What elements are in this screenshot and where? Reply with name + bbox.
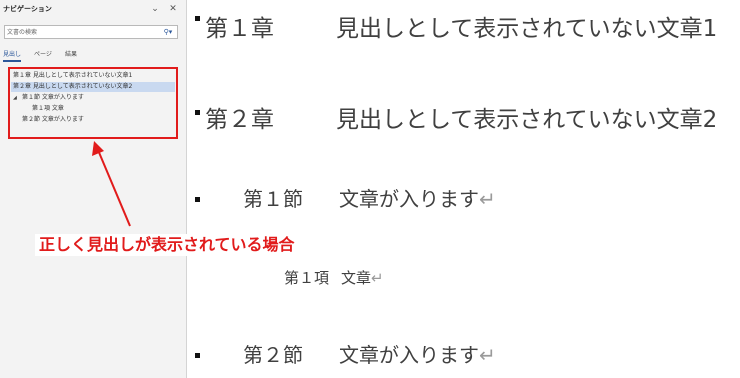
annotation-callout: 正しく見出しが表示されている場合 bbox=[35, 234, 299, 256]
tree-item-section2[interactable]: 第２節 文章が入ります bbox=[22, 115, 84, 125]
doc-line-chapter2: 第２章 見出しとして表示されていない文章2 bbox=[205, 105, 717, 135]
close-icon[interactable]: ✕ bbox=[167, 2, 179, 16]
bullet-marker bbox=[195, 197, 200, 202]
search-input[interactable] bbox=[7, 26, 157, 38]
bullet-marker bbox=[195, 353, 200, 358]
document-area[interactable]: 第１章 見出しとして表示されていない文章1 第２章 見出しとして表示されていない文章… bbox=[187, 0, 740, 378]
doc-chapter2-number: 第２章 bbox=[205, 107, 274, 133]
doc-section2-number: 第２節 bbox=[243, 343, 303, 367]
tree-item-chapter2[interactable]: 第２章 見出しとして表示されていない文章2 bbox=[11, 82, 175, 92]
doc-section1-number: 第１節 bbox=[243, 187, 303, 211]
bullet-marker bbox=[195, 16, 200, 21]
doc-line-clause1: 第１項 文章↵ bbox=[284, 268, 384, 288]
doc-line-section1: 第１節 文章が入ります↵ bbox=[243, 186, 496, 212]
tab-pages[interactable]: ページ bbox=[34, 50, 52, 60]
paragraph-mark-icon: ↵ bbox=[371, 269, 384, 287]
doc-line-chapter1: 第１章 見出しとして表示されていない文章1 bbox=[205, 14, 717, 44]
doc-section1-text: 文章が入ります bbox=[339, 187, 479, 211]
doc-section2-text: 文章が入ります bbox=[339, 343, 479, 367]
paragraph-mark-icon: ↵ bbox=[479, 343, 496, 367]
paragraph-mark-icon: ↵ bbox=[479, 187, 496, 211]
heading-tree: 第１章 見出しとして表示されていない文章1 第２章 見出しとして表示されていない… bbox=[8, 67, 178, 139]
tab-headings[interactable]: 見出し bbox=[3, 50, 22, 62]
doc-chapter1-number: 第１章 bbox=[205, 16, 274, 42]
bullet-marker bbox=[195, 110, 200, 115]
nav-header: ナビゲーション ⌄ ✕ bbox=[3, 2, 183, 16]
tree-item-clause1[interactable]: 第１項 文章 bbox=[32, 104, 64, 114]
search-box: ⚲▾ bbox=[4, 25, 178, 39]
chevron-down-icon[interactable]: ⌄ bbox=[149, 2, 161, 16]
tree-item-chapter1[interactable]: 第１章 見出しとして表示されていない文章1 bbox=[13, 71, 132, 81]
navigation-pane: ナビゲーション ⌄ ✕ ⚲▾ 見出し ページ 結果 第１章 見出しとして表示され… bbox=[0, 0, 187, 378]
doc-chapter2-text: 見出しとして表示されていない文章2 bbox=[336, 107, 718, 133]
nav-title: ナビゲーション bbox=[3, 5, 52, 13]
doc-line-section2: 第２節 文章が入ります↵ bbox=[243, 342, 496, 368]
doc-clause1-number: 第１項 bbox=[284, 269, 330, 287]
tree-item-section1[interactable]: 第１節 文章が入ります bbox=[22, 93, 84, 103]
doc-clause1-text: 文章 bbox=[341, 269, 372, 287]
tab-results[interactable]: 結果 bbox=[65, 50, 77, 60]
doc-chapter1-text: 見出しとして表示されていない文章1 bbox=[336, 16, 718, 42]
search-icon[interactable]: ⚲▾ bbox=[160, 26, 176, 38]
collapse-triangle-icon[interactable]: ◢ bbox=[13, 93, 17, 103]
